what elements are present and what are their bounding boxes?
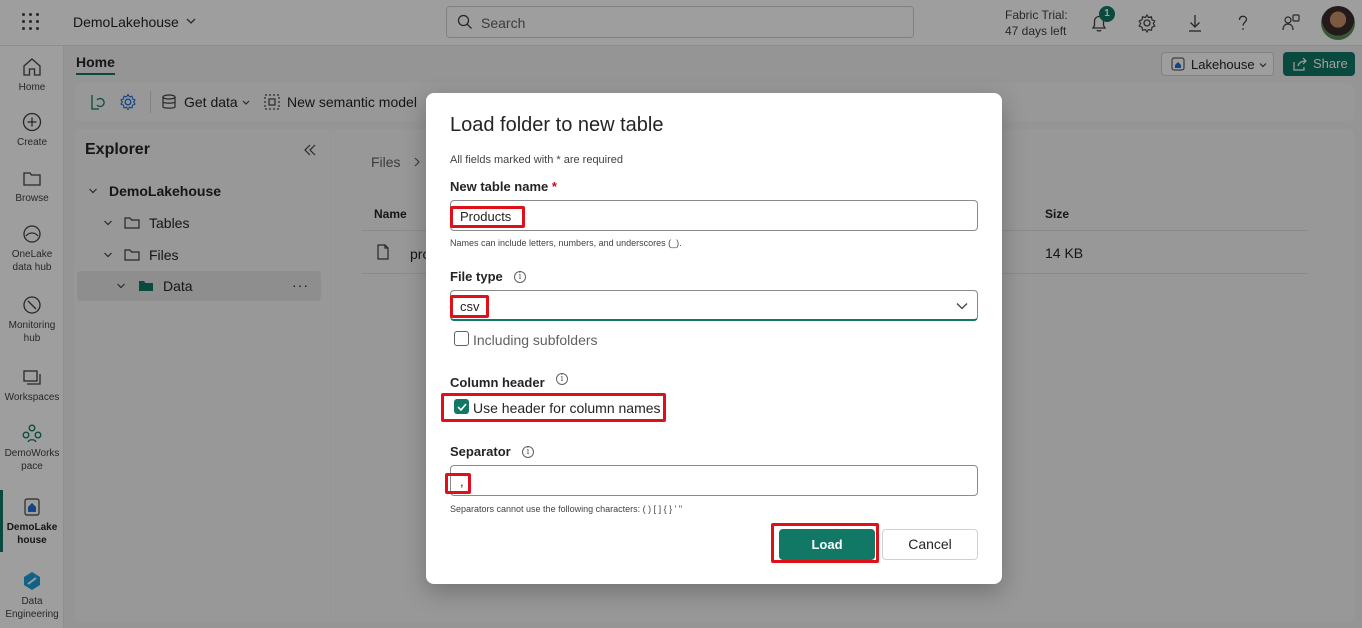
- checkmark-icon: [457, 403, 467, 412]
- use-header-label: Use header for column names: [473, 400, 661, 416]
- info-icon[interactable]: i: [522, 446, 534, 458]
- table-name-input[interactable]: Products: [450, 200, 978, 231]
- cancel-button[interactable]: Cancel: [882, 529, 978, 560]
- use-header-checkbox[interactable]: [454, 399, 469, 414]
- separator-label: Separator: [450, 444, 511, 459]
- file-type-label: File type: [450, 269, 503, 284]
- info-icon[interactable]: i: [514, 271, 526, 283]
- chevron-down-icon: [956, 303, 968, 310]
- dialog-title: Load folder to new table: [450, 114, 664, 136]
- include-subfolders-label: Including subfolders: [473, 332, 598, 348]
- separator-hint: Separators cannot use the following char…: [450, 504, 683, 514]
- load-button[interactable]: Load: [779, 529, 875, 560]
- include-subfolders-checkbox[interactable]: [454, 331, 469, 346]
- table-name-label: New table name *: [450, 179, 557, 194]
- file-type-select[interactable]: csv: [450, 290, 978, 321]
- info-icon[interactable]: i: [556, 373, 568, 385]
- required-note: All fields marked with * are required: [450, 154, 624, 166]
- column-header-label: Column header: [450, 375, 545, 390]
- table-name-hint: Names can include letters, numbers, and …: [450, 238, 682, 248]
- separator-input[interactable]: ,: [450, 465, 978, 496]
- load-folder-dialog: Load folder to new table All fields mark…: [426, 93, 1002, 584]
- required-star: *: [551, 179, 557, 194]
